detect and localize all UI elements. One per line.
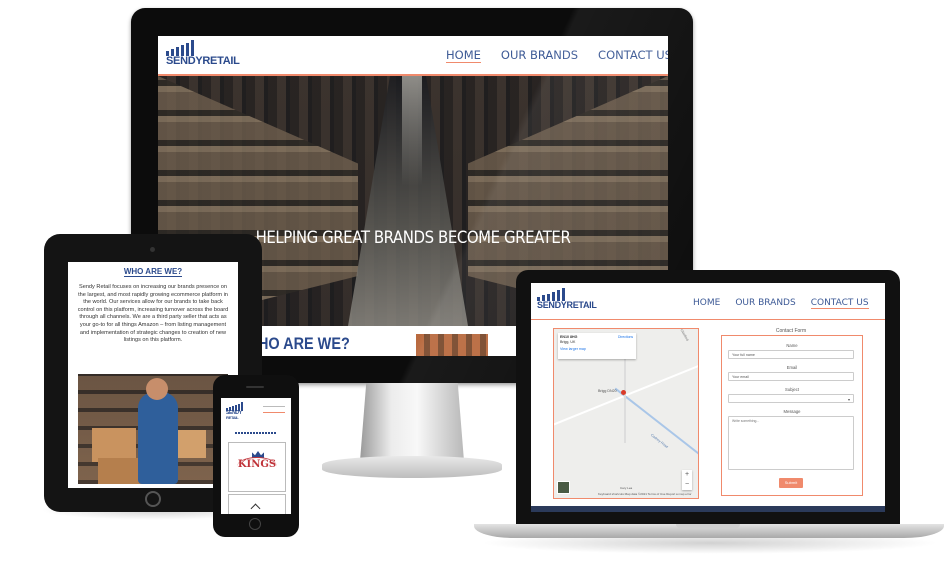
laptop-footer-strip	[531, 506, 885, 512]
section-heading-peek: HO ARE WE?	[258, 334, 350, 353]
message-label: Message	[783, 409, 801, 414]
subject-label: Subject	[785, 387, 799, 392]
phone-menu-line	[263, 406, 285, 407]
nav-contact-us[interactable]: CONTACT US	[598, 48, 668, 63]
phone-home-button[interactable]	[249, 518, 261, 530]
laptop-nav-links: HOME OUR BRANDS CONTACT US	[693, 298, 869, 309]
nav-our-brands[interactable]: OUR BRANDS	[735, 298, 795, 309]
logo-text-retail: RETAIL	[202, 55, 240, 67]
nav-home[interactable]: HOME	[446, 48, 481, 63]
desktop-navbar: SENDYRETAIL HOME OUR BRANDS CONTACT US	[158, 36, 668, 76]
email-label: Email	[786, 365, 798, 370]
name-input[interactable]: Your full name	[728, 350, 854, 359]
submit-button[interactable]: Submit	[779, 478, 803, 488]
phone-screen: SENDY RETAIL KINGS	[221, 398, 291, 514]
email-input[interactable]: Your email	[728, 372, 854, 381]
map-footer: Keyboard shortcuts Map data ©2021 Terms …	[598, 492, 692, 496]
laptop-screen: SENDYRETAIL HOME OUR BRANDS CONTACT US E…	[531, 283, 885, 512]
tablet-home-button[interactable]	[145, 491, 161, 507]
map-place-label: Brigg DN20	[598, 389, 617, 393]
map-pin-icon[interactable]	[621, 390, 626, 395]
nav-contact-us[interactable]: CONTACT US	[810, 298, 869, 309]
phone-speaker	[246, 386, 264, 388]
map-view-larger-link[interactable]: View larger map	[560, 347, 634, 352]
contact-form: Name Your full name Email Your email Sub…	[721, 335, 863, 496]
map-road-label-2: Glanford	[679, 328, 690, 342]
laptop-navbar: SENDYRETAIL HOME OUR BRANDS CONTACT US	[531, 283, 885, 320]
laptop-logo[interactable]: SENDYRETAIL	[537, 288, 597, 310]
map-zoom-control: + −	[682, 470, 692, 490]
message-textarea[interactable]: Write something...	[728, 416, 854, 470]
zoom-in-button[interactable]: +	[682, 470, 692, 480]
map-city-label: Cary Lea	[620, 486, 633, 490]
phone-logo[interactable]: SENDY RETAIL	[226, 402, 243, 420]
name-label: Name	[786, 343, 798, 348]
nav-our-brands[interactable]: OUR BRANDS	[501, 48, 578, 63]
tablet-camera	[150, 247, 155, 252]
monitor-stand	[360, 383, 464, 461]
phone-section-heading	[235, 432, 277, 434]
section-image-peek	[416, 334, 488, 356]
tablet-about-text: Sendy Retail focuses on increasing our b…	[77, 284, 229, 344]
logo-bars-icon	[226, 402, 243, 411]
logo-text-sendy: SENDY	[166, 55, 203, 67]
chevron-down-icon: ▾	[847, 397, 850, 402]
phone-brand-card[interactable]: KINGS	[228, 442, 286, 492]
tablet-warehouse-photo	[78, 374, 228, 484]
map-satellite-toggle[interactable]	[557, 481, 570, 494]
brand-logo-kings: KINGS	[237, 459, 277, 470]
tablet-heading: WHO ARE WE?	[123, 267, 183, 277]
laptop-open-notch	[676, 524, 740, 529]
subject-select[interactable]: ▾	[728, 394, 854, 403]
map-road-label: Cadney Road	[649, 433, 669, 449]
nav-home[interactable]: HOME	[693, 298, 720, 309]
desktop-logo[interactable]: SENDYRETAIL	[166, 40, 240, 67]
zoom-out-button[interactable]: −	[682, 480, 692, 490]
logo-bars-icon	[537, 288, 565, 301]
desktop-nav-links: HOME OUR BRANDS CONTACT US	[446, 48, 668, 63]
contact-form-title: Contact Form	[775, 328, 807, 334]
monitor-base	[322, 456, 502, 478]
logo-bars-icon	[166, 40, 194, 56]
map-directions-link[interactable]: Directions	[618, 335, 633, 339]
google-map[interactable]: EN10 8HG Brigg, UK View larger map Direc…	[553, 328, 699, 499]
